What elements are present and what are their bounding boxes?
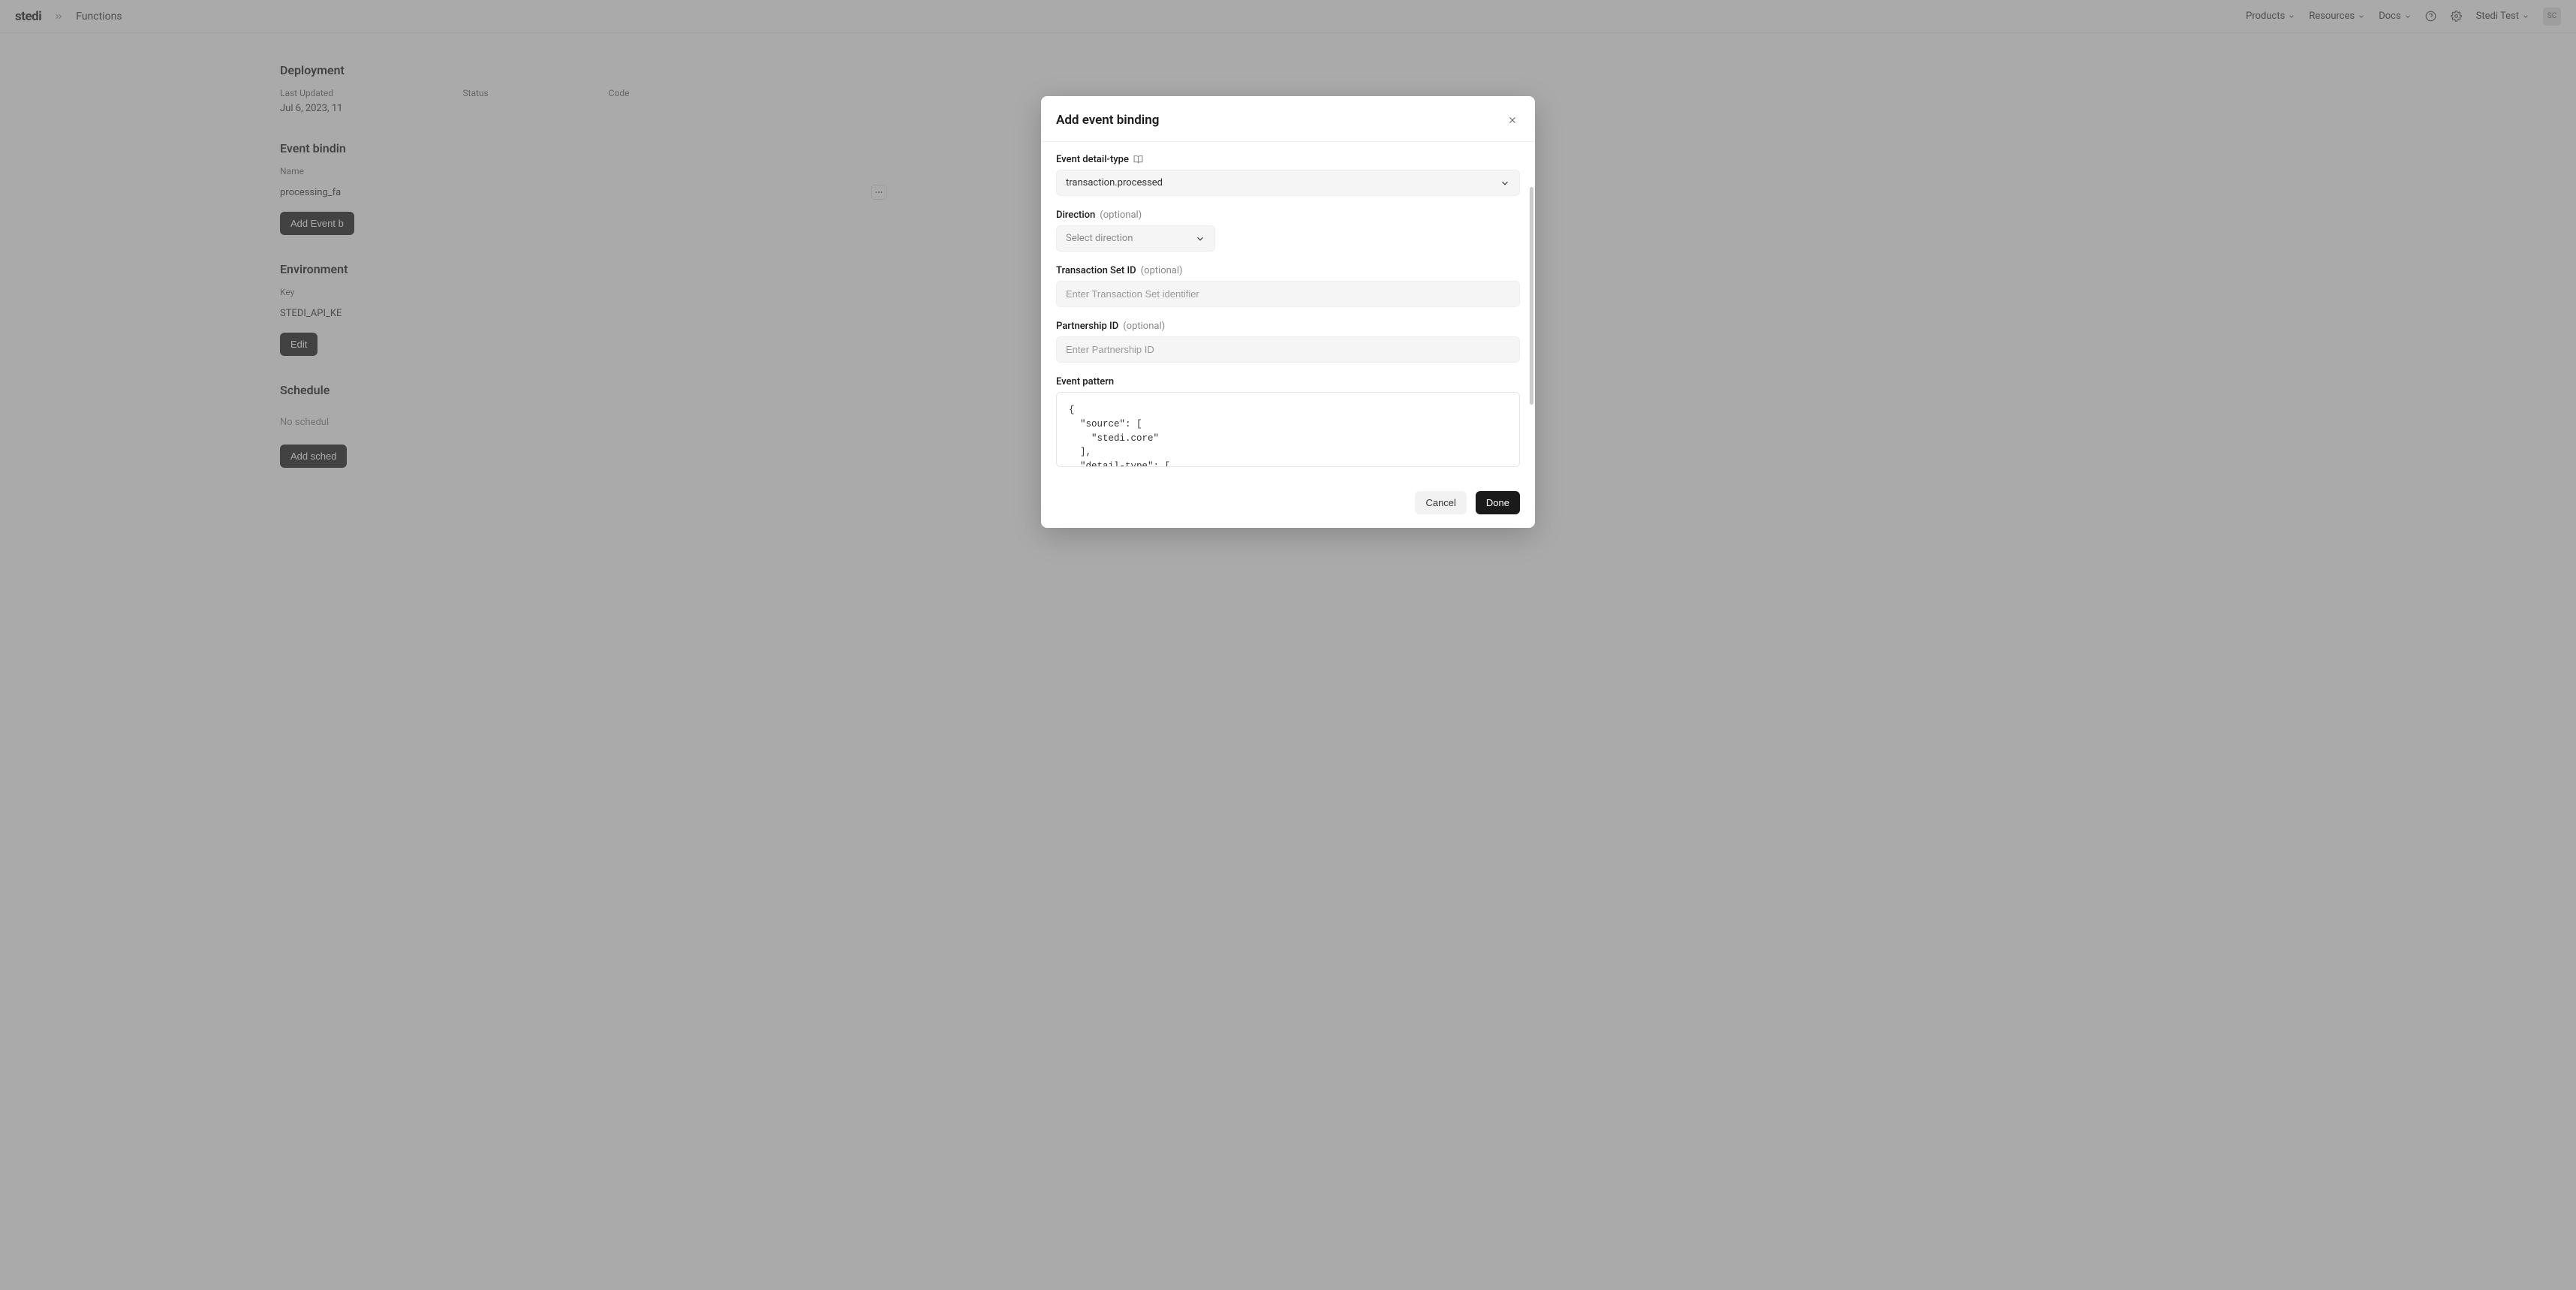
event-detail-type-label: Event detail-type [1056,154,1520,165]
direction-optional: (optional) [1100,209,1142,221]
partnership-id-label: Partnership ID (optional) [1056,321,1520,332]
event-detail-type-value: transaction.processed [1066,177,1163,188]
event-pattern-label: Event pattern [1056,376,1520,387]
close-icon [1507,115,1518,125]
transaction-set-id-optional: (optional) [1141,265,1183,276]
direction-select[interactable]: Select direction [1056,225,1215,252]
cancel-button[interactable]: Cancel [1415,491,1466,514]
partnership-id-group: Partnership ID (optional) [1056,321,1520,363]
modal-footer: Cancel Done [1041,477,1535,528]
transaction-set-id-input[interactable] [1056,281,1520,307]
modal-body: Event detail-type transaction.processed … [1041,141,1535,477]
event-pattern-code: { "source": [ "stedi.core" ], "detail-ty… [1056,392,1520,467]
modal-header: Add event binding [1041,96,1535,141]
event-detail-type-label-text: Event detail-type [1056,154,1129,165]
event-pattern-group: Event pattern { "source": [ "stedi.core"… [1056,376,1520,467]
event-pattern-label-text: Event pattern [1056,376,1114,387]
close-button[interactable] [1505,113,1520,128]
partnership-id-optional: (optional) [1123,321,1165,332]
event-detail-type-group: Event detail-type transaction.processed [1056,154,1520,196]
direction-label: Direction (optional) [1056,209,1520,221]
chevron-down-icon [1195,234,1205,244]
transaction-set-id-label-text: Transaction Set ID [1056,265,1136,276]
partnership-id-input[interactable] [1056,336,1520,363]
transaction-set-id-label: Transaction Set ID (optional) [1056,265,1520,276]
transaction-set-id-group: Transaction Set ID (optional) [1056,265,1520,307]
event-detail-type-select[interactable]: transaction.processed [1056,170,1520,196]
direction-group: Direction (optional) Select direction [1056,209,1520,252]
done-button[interactable]: Done [1476,491,1520,514]
direction-label-text: Direction [1056,209,1095,221]
modal-title: Add event binding [1056,113,1159,128]
add-event-binding-modal: Add event binding Event detail-type tran… [1041,96,1535,528]
book-icon[interactable] [1133,155,1143,164]
modal-overlay[interactable]: Add event binding Event detail-type tran… [0,0,2576,1290]
partnership-id-label-text: Partnership ID [1056,321,1118,332]
modal-scrollbar[interactable] [1530,187,1533,405]
chevron-down-icon [1500,178,1510,188]
direction-placeholder: Select direction [1066,233,1133,244]
